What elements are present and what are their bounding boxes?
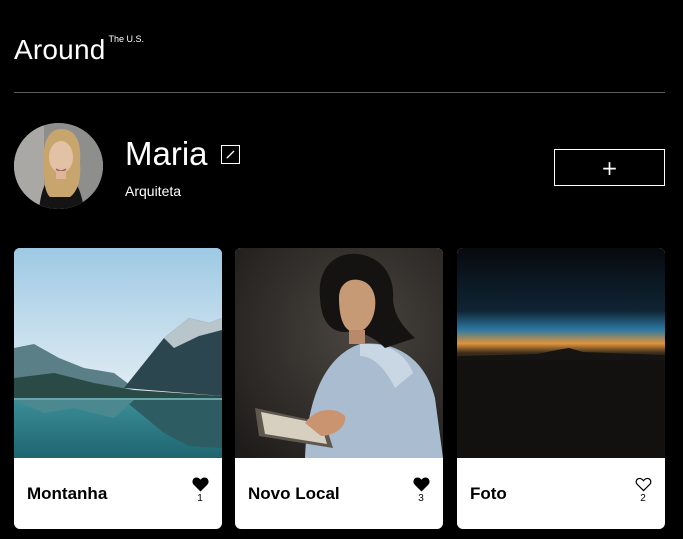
profile-section: Maria Arquiteta + [14, 123, 665, 209]
avatar [14, 123, 103, 209]
header: Around The U.S. [14, 32, 144, 72]
like-count: 2 [640, 493, 646, 504]
profile-name: Maria [125, 135, 208, 172]
place-card: Novo Local 3 [235, 248, 443, 529]
place-photo-mountain[interactable] [14, 248, 222, 458]
add-place-button[interactable]: + [554, 149, 665, 186]
place-card: Montanha 1 [14, 248, 222, 529]
header-divider [14, 92, 665, 93]
name-row: Maria [125, 135, 240, 173]
like-button[interactable]: 1 [190, 477, 210, 504]
logo-superscript: The U.S. [108, 34, 145, 44]
place-title: Foto [470, 484, 507, 503]
like-button[interactable]: 3 [411, 477, 431, 504]
places-grid: Montanha 1 Novo Local 3 Foto 2 [14, 248, 665, 529]
edit-profile-button[interactable] [220, 144, 240, 164]
like-count: 3 [418, 493, 424, 504]
place-photo-woman-reading[interactable] [235, 248, 443, 458]
edit-icon [226, 150, 234, 158]
logo: Around [14, 34, 106, 65]
like-button[interactable]: 2 [633, 477, 653, 504]
heart-filled-icon [412, 477, 430, 492]
like-count: 1 [197, 493, 203, 504]
profile-role: Arquiteta [125, 183, 182, 199]
place-card: Foto 2 [457, 248, 665, 529]
place-photo-sunset[interactable] [457, 248, 665, 458]
place-title: Novo Local [248, 484, 340, 503]
heart-outline-icon [635, 477, 651, 492]
heart-filled-icon [191, 477, 209, 492]
place-title: Montanha [27, 484, 108, 503]
